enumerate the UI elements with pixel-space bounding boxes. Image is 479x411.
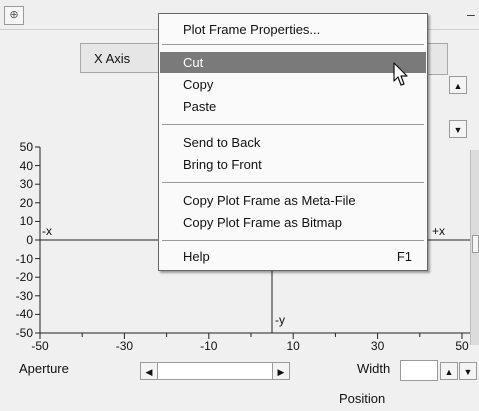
menu-item-copy-as-meta-file[interactable]: Copy Plot Frame as Meta-File bbox=[160, 190, 426, 211]
x-tick-label: -30 bbox=[115, 339, 134, 353]
menu-item-label: Bring to Front bbox=[183, 157, 262, 172]
arrow-right-icon: ▶ bbox=[277, 367, 285, 377]
y-tick-label: 50 bbox=[19, 140, 33, 154]
menu-item-cut[interactable]: Cut bbox=[160, 52, 426, 73]
neg-y-label: -y bbox=[275, 313, 285, 327]
arrow-down-icon: ▼ bbox=[453, 125, 463, 135]
y-tick-label: 10 bbox=[19, 214, 33, 229]
menu-item-shortcut: F1 bbox=[396, 249, 412, 264]
menu-item-paste[interactable]: Paste bbox=[160, 96, 426, 117]
menu-separator bbox=[162, 44, 424, 45]
x-ticks bbox=[39, 333, 463, 339]
minimize-icon[interactable]: – bbox=[467, 6, 477, 22]
y-tick-label: 0 bbox=[26, 233, 33, 247]
aperture-slider[interactable] bbox=[158, 362, 272, 380]
y-tick-label: -30 bbox=[15, 288, 33, 303]
arrow-up-icon: ▲ bbox=[453, 81, 463, 91]
x-tick-label: 10 bbox=[286, 339, 300, 353]
y-tick-label: 20 bbox=[19, 195, 33, 210]
menu-separator bbox=[162, 182, 424, 183]
menu-item-label: Paste bbox=[183, 99, 217, 114]
x-tick-label: -10 bbox=[200, 339, 218, 353]
y-tick-label: -50 bbox=[15, 326, 33, 340]
menu-separator bbox=[162, 124, 424, 125]
cursor-arrow-icon bbox=[393, 62, 408, 86]
menu-item-help[interactable]: Help F1 bbox=[160, 246, 426, 267]
pin-icon[interactable]: ⊕ bbox=[4, 6, 24, 25]
width-up-button[interactable]: ▲ bbox=[440, 362, 458, 380]
menu-item-label: Help bbox=[183, 249, 210, 264]
menu-item-label: Copy bbox=[183, 77, 214, 92]
width-label: Width bbox=[357, 361, 391, 376]
arrow-down-icon: ▼ bbox=[463, 367, 473, 377]
y-tick-label: -10 bbox=[15, 251, 33, 266]
menu-item-label: Copy Plot Frame as Bitmap bbox=[183, 215, 342, 230]
arrow-left-icon: ◀ bbox=[145, 367, 153, 377]
menu-item-copy[interactable]: Copy bbox=[160, 74, 426, 95]
width-input[interactable] bbox=[400, 360, 438, 381]
x-tick-label: -50 bbox=[31, 339, 49, 353]
y-tick-label: -40 bbox=[15, 307, 33, 322]
pos-x-label: +x bbox=[432, 224, 446, 238]
aperture-right-button[interactable]: ▶ bbox=[272, 362, 290, 380]
menu-separator bbox=[162, 240, 424, 241]
menu-item-label: Cut bbox=[183, 55, 204, 70]
scroll-down-button[interactable]: ▼ bbox=[449, 120, 467, 138]
menu-item-plot-frame-properties[interactable]: Plot Frame Properties... bbox=[160, 19, 426, 40]
menu-item-bring-to-front[interactable]: Bring to Front bbox=[160, 154, 426, 175]
scroll-up-button[interactable]: ▲ bbox=[449, 76, 467, 94]
aperture-left-button[interactable]: ◀ bbox=[140, 362, 158, 380]
position-label: Position bbox=[339, 391, 386, 406]
width-down-button[interactable]: ▼ bbox=[459, 362, 477, 380]
x-tick-label: 50 bbox=[455, 339, 469, 353]
y-tick-label: 30 bbox=[19, 177, 33, 192]
context-menu: Plot Frame Properties... Cut Copy Paste … bbox=[158, 13, 428, 271]
y-ticks bbox=[35, 146, 40, 334]
x-tick-label: 30 bbox=[370, 339, 385, 353]
menu-item-label: Plot Frame Properties... bbox=[183, 22, 321, 37]
menu-item-label: Send to Back bbox=[183, 135, 261, 150]
aperture-label: Aperture bbox=[19, 361, 69, 376]
menu-item-label: Copy Plot Frame as Meta-File bbox=[183, 193, 356, 208]
y-tick-label: -20 bbox=[15, 270, 33, 285]
tab-x-axis[interactable]: X Axis bbox=[80, 43, 160, 73]
menu-item-copy-as-bitmap[interactable]: Copy Plot Frame as Bitmap bbox=[160, 212, 426, 233]
menu-item-send-to-back[interactable]: Send to Back bbox=[160, 132, 426, 153]
neg-x-label: -x bbox=[42, 224, 52, 238]
arrow-up-icon: ▲ bbox=[444, 367, 454, 377]
y-tick-label: 40 bbox=[19, 158, 33, 173]
